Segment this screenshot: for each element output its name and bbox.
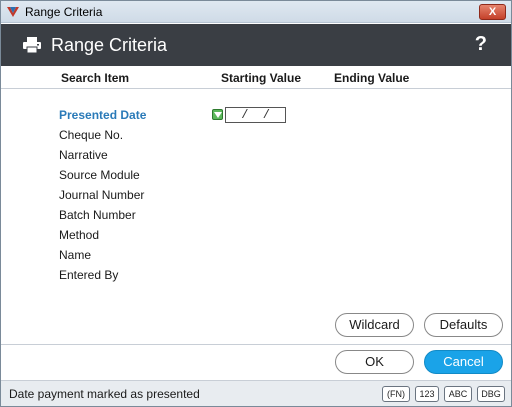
- wildcard-button[interactable]: Wildcard: [335, 313, 414, 337]
- criteria-item-method[interactable]: Method: [59, 228, 99, 242]
- criteria-item-journal-number[interactable]: Journal Number: [59, 188, 144, 202]
- debug-key-indicator[interactable]: DBG: [477, 386, 505, 402]
- criteria-item-narrative[interactable]: Narrative: [59, 148, 108, 162]
- dropdown-arrow-icon[interactable]: [212, 109, 223, 120]
- column-headers: Search Item Starting Value Ending Value: [1, 67, 511, 89]
- starting-date-input[interactable]: / /: [225, 107, 286, 123]
- printer-icon: [23, 37, 41, 53]
- column-header-ending-value: Ending Value: [334, 71, 410, 85]
- dialog-header: Range Criteria ?: [1, 24, 511, 66]
- cancel-button[interactable]: Cancel: [424, 350, 503, 374]
- status-text: Date payment marked as presented: [9, 387, 200, 401]
- range-criteria-window: Range Criteria X Range Criteria ? Search…: [0, 0, 512, 407]
- defaults-button[interactable]: Defaults: [424, 313, 503, 337]
- app-logo-icon: [7, 7, 19, 17]
- status-bar: Date payment marked as presented (FN) 12…: [1, 380, 511, 406]
- alpha-key-indicator[interactable]: ABC: [444, 386, 472, 402]
- criteria-item-entered-by[interactable]: Entered By: [59, 268, 118, 282]
- divider: [1, 344, 511, 345]
- ok-button[interactable]: OK: [335, 350, 414, 374]
- window-title: Range Criteria: [25, 5, 103, 19]
- help-icon[interactable]: ?: [475, 33, 487, 56]
- column-header-search-item: Search Item: [61, 71, 130, 85]
- criteria-item-source-module[interactable]: Source Module: [59, 168, 140, 182]
- header-title: Range Criteria: [51, 35, 168, 55]
- title-bar: Range Criteria X: [1, 1, 511, 23]
- column-header-starting-value: Starting Value: [221, 71, 302, 85]
- criteria-item-name[interactable]: Name: [59, 248, 91, 262]
- criteria-item-cheque-no[interactable]: Cheque No.: [59, 128, 123, 142]
- close-button[interactable]: X: [479, 4, 506, 20]
- criteria-item-batch-number[interactable]: Batch Number: [59, 208, 136, 222]
- numeric-key-indicator[interactable]: 123: [415, 386, 439, 402]
- criteria-item-presented-date[interactable]: Presented Date: [59, 108, 146, 122]
- fn-key-indicator[interactable]: (FN): [382, 386, 410, 402]
